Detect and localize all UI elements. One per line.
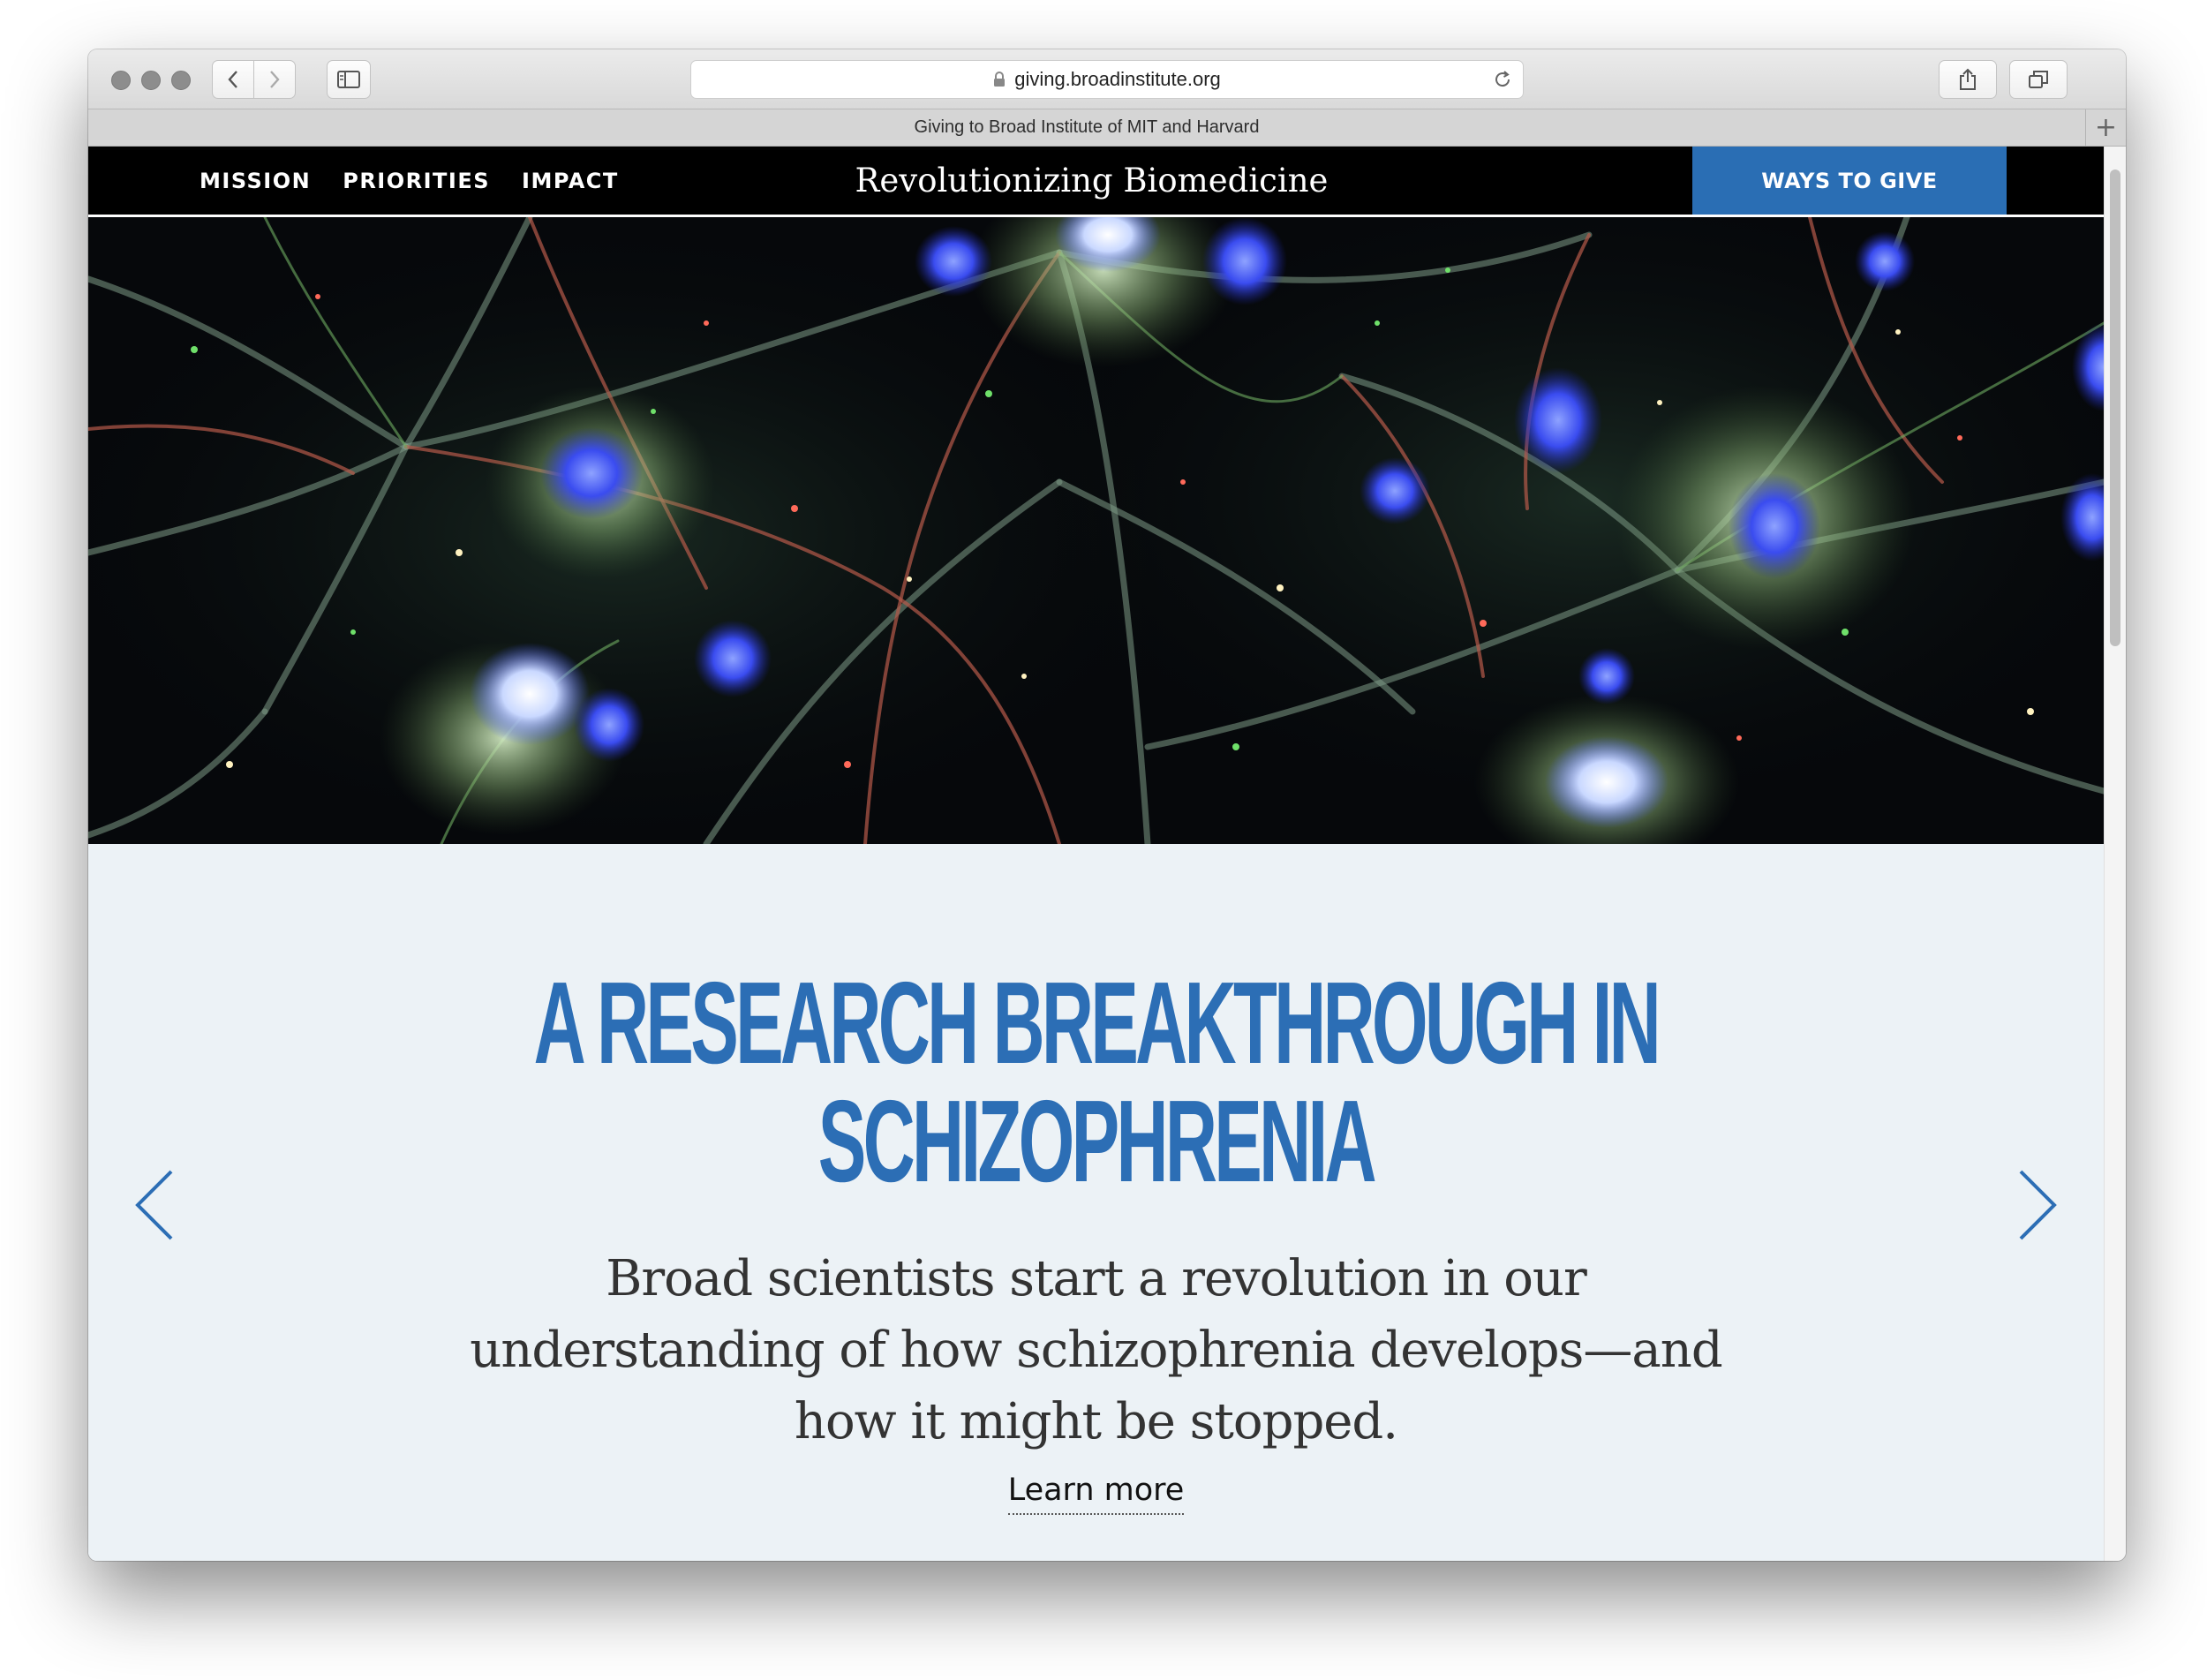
web-page: MISSION PRIORITIES IMPACT Revolutionizin… [88, 147, 2104, 1561]
browser-toolbar: giving.broadinstitute.org [88, 49, 2126, 109]
site-header: MISSION PRIORITIES IMPACT Revolutionizin… [88, 147, 2104, 217]
chevron-right-icon[interactable] [2015, 1168, 2060, 1242]
headline-line-1: A RESEARCH BREAKTHROUGH IN [533, 958, 1661, 1088]
nav-priorities[interactable]: PRIORITIES [343, 169, 490, 193]
slide-headline: A RESEARCH BREAKTHROUGH IN SCHIZOPHRENIA [471, 964, 1721, 1201]
share-button[interactable] [1939, 60, 1997, 99]
forward-button[interactable] [253, 60, 296, 99]
share-icon [1960, 68, 1976, 90]
neuron-microscopy-image [88, 217, 2104, 844]
active-tab[interactable]: Giving to Broad Institute of MIT and Har… [88, 109, 2085, 146]
reload-icon[interactable] [1493, 70, 1512, 89]
ways-to-give-button[interactable]: WAYS TO GIVE [1692, 147, 2007, 215]
url-text: giving.broadinstitute.org [1014, 68, 1221, 90]
main-nav: MISSION PRIORITIES IMPACT [200, 147, 619, 215]
carousel-slide: A RESEARCH BREAKTHROUGH IN SCHIZOPHRENIA… [88, 844, 2104, 1561]
close-window-button[interactable] [111, 71, 131, 90]
scrollbar-thumb[interactable] [2110, 170, 2120, 646]
browser-window: giving.broadinstitute.org Giving to Broa… [88, 49, 2126, 1561]
headline-line-2: SCHIZOPHRENIA [817, 1076, 1377, 1206]
scrollbar[interactable] [2104, 147, 2126, 1561]
new-tab-button[interactable]: + [2085, 109, 2126, 146]
nav-impact[interactable]: IMPACT [522, 169, 619, 193]
tabs-icon [2029, 71, 2048, 88]
hero-image [88, 217, 2104, 844]
address-bar[interactable]: giving.broadinstitute.org [690, 60, 1524, 99]
tab-bar: Giving to Broad Institute of MIT and Har… [88, 109, 2126, 147]
back-button[interactable] [212, 60, 254, 99]
tabs-overview-button[interactable] [2009, 60, 2068, 99]
learn-more-link[interactable]: Learn more [1007, 1473, 1185, 1515]
chevron-right-icon [270, 71, 280, 88]
chevron-left-icon[interactable] [132, 1168, 177, 1242]
sidebar-button[interactable] [327, 60, 371, 99]
sidebar-icon [337, 71, 360, 88]
lock-icon [994, 72, 1006, 87]
chevron-left-icon [228, 71, 237, 88]
zoom-window-button[interactable] [171, 71, 191, 90]
minimize-window-button[interactable] [141, 71, 161, 90]
learn-more-wrapper: Learn more [88, 1473, 2104, 1515]
nav-mission[interactable]: MISSION [200, 169, 311, 193]
slide-subhead: Broad scientists start a revolution in o… [470, 1250, 1722, 1450]
